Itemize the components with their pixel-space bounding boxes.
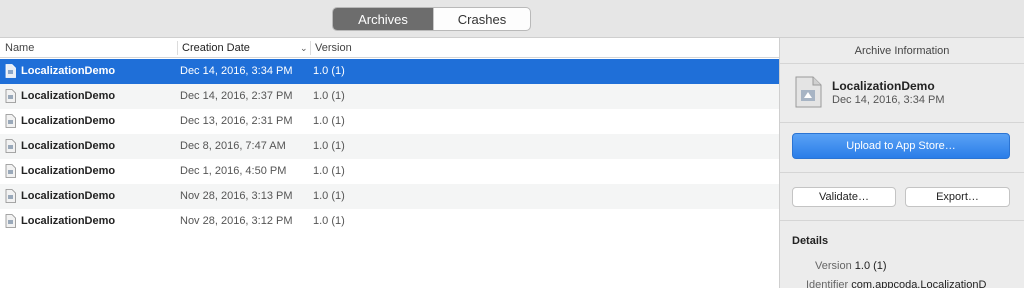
upload-to-app-store-button[interactable]: Upload to App Store… <box>792 133 1010 159</box>
archive-version: 1.0 (1) <box>313 140 345 152</box>
archive-row[interactable]: LocalizationDemo Dec 1, 2016, 4:50 PM 1.… <box>0 159 779 184</box>
details-heading: Details <box>792 235 829 247</box>
detail-version: Version 1.0 (1) <box>815 260 887 272</box>
archive-file-icon <box>5 139 16 153</box>
archive-row[interactable]: LocalizationDemo Nov 28, 2016, 3:13 PM 1… <box>0 184 779 209</box>
archive-date: Dec 1, 2016, 4:50 PM <box>180 165 287 177</box>
sort-descending-icon: ⌄ <box>300 43 308 53</box>
archive-version: 1.0 (1) <box>313 165 345 177</box>
archive-name: LocalizationDemo <box>21 215 116 227</box>
archive-row[interactable]: LocalizationDemo Dec 14, 2016, 2:37 PM 1… <box>0 84 779 109</box>
archive-file-icon <box>5 64 16 78</box>
detail-identifier: Identifier com.appcoda.LocalizationD <box>806 279 986 288</box>
column-header-creation-date[interactable]: Creation Date <box>182 38 250 58</box>
list-header: Name Creation Date ⌄ Version <box>0 38 779 58</box>
archive-name: LocalizationDemo <box>21 90 116 102</box>
archive-file-icon <box>5 89 16 103</box>
inspector-title: Archive Information <box>780 38 1024 64</box>
archive-file-icon <box>5 214 16 228</box>
validate-button[interactable]: Validate… <box>792 187 896 207</box>
export-button[interactable]: Export… <box>905 187 1010 207</box>
archive-date: Dec 14, 2016, 2:37 PM <box>180 90 293 102</box>
archive-version: 1.0 (1) <box>313 115 345 127</box>
archive-name: LocalizationDemo <box>21 190 116 202</box>
archive-name: LocalizationDemo <box>21 165 116 177</box>
archive-date: Dec 8, 2016, 7:47 AM <box>180 140 286 152</box>
detail-version-value: 1.0 (1) <box>854 260 887 272</box>
archive-name: LocalizationDemo <box>21 115 116 127</box>
divider <box>780 220 1024 221</box>
detail-identifier-value: com.appcoda.LocalizationD <box>851 279 987 288</box>
archive-row[interactable]: LocalizationDemo Dec 8, 2016, 7:47 AM 1.… <box>0 134 779 159</box>
archive-date: Nov 28, 2016, 3:13 PM <box>180 190 293 202</box>
archive-date: Dec 13, 2016, 2:31 PM <box>180 115 293 127</box>
archive-title: LocalizationDemo <box>832 79 935 93</box>
column-header-name[interactable]: Name <box>5 38 34 58</box>
segmented-control: Archives Crashes <box>332 7 531 31</box>
archive-list: Name Creation Date ⌄ Version Localizatio… <box>0 38 779 288</box>
archive-row[interactable]: LocalizationDemo Dec 13, 2016, 2:31 PM 1… <box>0 109 779 134</box>
archive-file-icon <box>5 164 16 178</box>
detail-identifier-label: Identifier <box>806 279 849 288</box>
archive-name: LocalizationDemo <box>21 140 116 152</box>
archive-file-icon <box>5 189 16 203</box>
tab-crashes[interactable]: Crashes <box>433 8 530 30</box>
archive-date: Dec 14, 2016, 3:34 PM <box>180 65 293 77</box>
archive-summary: LocalizationDemo Dec 14, 2016, 3:34 PM <box>794 74 1024 114</box>
divider <box>780 122 1024 123</box>
archive-creation-date: Dec 14, 2016, 3:34 PM <box>832 94 945 106</box>
archive-version: 1.0 (1) <box>313 90 345 102</box>
toolbar: Archives Crashes <box>0 0 1024 38</box>
column-header-version[interactable]: Version <box>315 38 352 58</box>
archive-version: 1.0 (1) <box>313 65 345 77</box>
detail-version-label: Version <box>815 260 852 272</box>
archive-version: 1.0 (1) <box>313 215 345 227</box>
divider <box>780 172 1024 173</box>
archive-row[interactable]: LocalizationDemo Dec 14, 2016, 3:34 PM 1… <box>0 59 779 84</box>
archive-version: 1.0 (1) <box>313 190 345 202</box>
archive-name: LocalizationDemo <box>21 65 116 77</box>
archive-file-icon <box>5 114 16 128</box>
archive-date: Nov 28, 2016, 3:12 PM <box>180 215 293 227</box>
archive-icon <box>795 76 822 108</box>
column-divider[interactable] <box>177 41 178 55</box>
archive-inspector: Archive Information LocalizationDemo Dec… <box>780 38 1024 288</box>
archive-row[interactable]: LocalizationDemo Nov 28, 2016, 3:12 PM 1… <box>0 209 779 234</box>
tab-archives[interactable]: Archives <box>333 8 433 30</box>
column-divider[interactable] <box>310 41 311 55</box>
